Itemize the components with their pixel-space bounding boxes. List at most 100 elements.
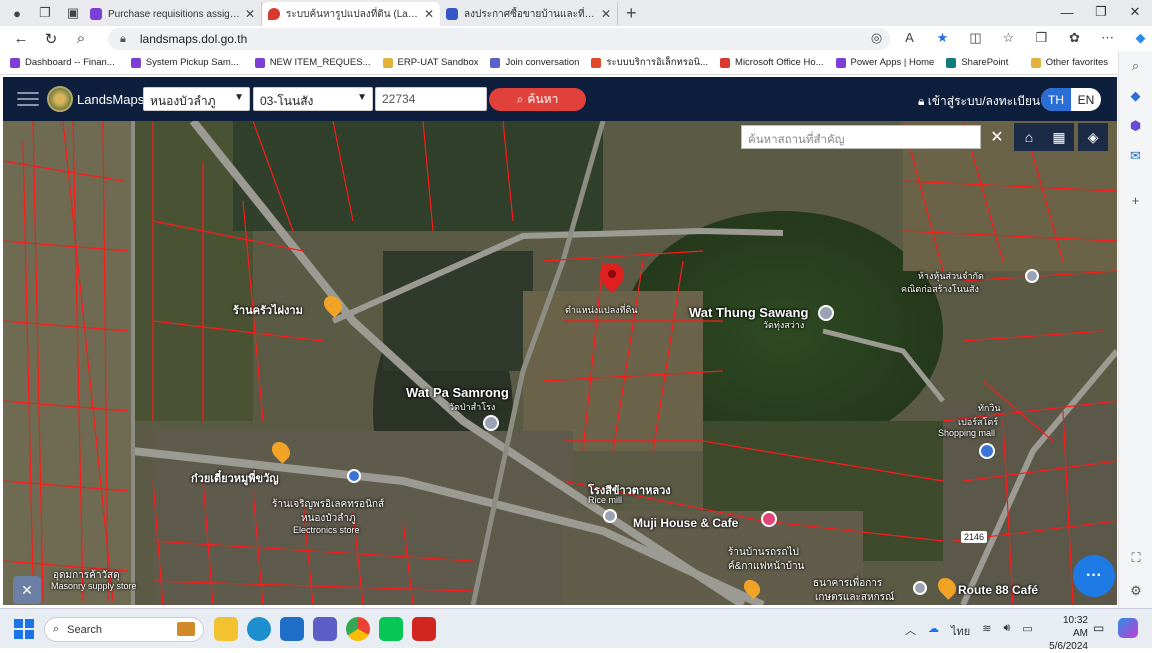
map-label-wat-pa-samrong[interactable]: Wat Pa Samrong (406, 385, 509, 400)
profile-icon[interactable]: ● (6, 2, 28, 24)
temple-icon[interactable] (483, 415, 499, 431)
notification-icon[interactable]: ▭ (1093, 621, 1104, 635)
onedrive-icon[interactable]: ☁ (928, 622, 939, 640)
browser-tab-bar: ● ❐ ▣ Purchase requisitions assigned to … (0, 0, 1152, 26)
tools-icon[interactable]: ✕ (13, 576, 41, 604)
place-search-input[interactable]: ค้นหาสถานที่สำคัญ (741, 125, 981, 149)
back-icon[interactable]: ← (6, 30, 36, 47)
bookmark-erp-uat[interactable]: ERP-UAT Sandbox (382, 57, 478, 68)
search-button[interactable]: ⌕ ค้นหา (489, 88, 586, 111)
parcel-location-pin[interactable] (600, 263, 624, 293)
other-favorites[interactable]: Other favorites (1030, 57, 1108, 68)
windows-start-icon[interactable] (14, 619, 34, 639)
teams-icon[interactable] (313, 617, 337, 641)
login-link[interactable]: 🔒︎ เข้าสู่ระบบ/ลงทะเบียน (918, 92, 1040, 111)
close-tab-icon[interactable]: ✕ (601, 7, 611, 21)
layers-icon[interactable]: ◈ (1078, 123, 1108, 151)
file-explorer-icon[interactable] (214, 617, 238, 641)
clock[interactable]: 10:32 AM 5/6/2024 (1046, 614, 1088, 653)
map-label-route-88-cafe[interactable]: Route 88 Café (958, 583, 1038, 597)
read-aloud-icon[interactable]: A (893, 30, 926, 46)
tracking-icon[interactable]: ◎ (860, 30, 893, 46)
sidebar-screenshot-icon[interactable]: ⛶ (1119, 543, 1152, 573)
tab-property-listing[interactable]: ลงประกาศซื้อขายบ้านและที่ดินฟรี! | ที่ ✕ (440, 2, 618, 26)
close-icon[interactable]: ✕ (983, 125, 1011, 149)
outlook-icon[interactable] (280, 617, 304, 641)
tab-landsmaps[interactable]: ระบบค้นหารูปแปลงที่ดิน (LandsMaps ✕ (262, 2, 440, 26)
taskbar-search[interactable]: ⌕ Search (44, 617, 204, 642)
shop-icon[interactable] (347, 469, 361, 483)
sidebar-add-icon[interactable]: + (1119, 185, 1152, 215)
lang-en-button[interactable]: EN (1071, 88, 1101, 111)
temple-icon[interactable] (818, 305, 834, 321)
extensions-icon[interactable]: ✿ (1058, 30, 1091, 46)
bookmark-e-service[interactable]: ระบบบริการอิเล็กทรอนิ... (591, 55, 708, 70)
cafe-icon[interactable] (761, 511, 777, 527)
map-label-electronics-th[interactable]: ร้านเจริญพรอิเลคทรอนิกส์ (272, 497, 384, 512)
business-icon[interactable] (1025, 269, 1039, 283)
map-label-partnership[interactable]: ห้างหุ้นส่วนจำกัด (918, 269, 984, 283)
line-icon[interactable] (379, 617, 403, 641)
bookmark-office-home[interactable]: Microsoft Office Ho... (720, 57, 824, 68)
map-label-noodle[interactable]: ก๋วยเตี๋ยวหมูพี่ขวัญ (191, 469, 279, 487)
bookmark-sharepoint[interactable]: SharePoint (946, 57, 1008, 68)
refresh-icon[interactable]: ↻ (36, 30, 66, 48)
more-options-button[interactable]: ··· (1073, 555, 1115, 597)
lock-icon: 🔒︎ (918, 94, 925, 108)
map-label-restaurant[interactable]: ร้านครัวไผ่งาม (233, 301, 303, 319)
menu-icon[interactable] (17, 92, 39, 106)
map-label-cafe-th[interactable]: ร้านบ้านรถรถไป (728, 545, 799, 560)
new-tab-icon[interactable]: + (626, 3, 637, 24)
chrome-icon[interactable] (346, 617, 370, 641)
minimize-icon[interactable]: — (1050, 0, 1084, 24)
close-tab-icon[interactable]: ✕ (424, 7, 434, 21)
wifi-icon[interactable]: ≋ (982, 622, 991, 640)
edge-icon[interactable] (247, 617, 271, 641)
acrobat-icon[interactable] (412, 617, 436, 641)
map-label-shopping-1[interactable]: ทักวิน (978, 401, 1001, 415)
factory-icon[interactable] (603, 509, 617, 523)
collections-icon[interactable]: ❒ (1025, 30, 1058, 46)
sidebar-shopping-icon[interactable]: ◆ (1119, 81, 1152, 111)
sidebar-office-icon[interactable]: ⬢ (1119, 111, 1152, 141)
home-icon[interactable]: ⌂ (1014, 123, 1044, 151)
favorites-icon[interactable]: ☆ (992, 30, 1025, 46)
sidebar-outlook-icon[interactable]: ✉ (1119, 141, 1152, 171)
close-window-icon[interactable]: ✕ (1118, 0, 1152, 24)
more-icon[interactable]: ⋯ (1091, 30, 1124, 46)
bookmark-new-item[interactable]: NEW ITEM_REQUES... (254, 57, 371, 68)
search-icon[interactable]: ⌕ (66, 30, 96, 47)
url-field[interactable]: 🔒︎ landsmaps.dol.go.th (108, 28, 890, 50)
copilot-icon[interactable]: ◆ (1124, 30, 1152, 46)
shopping-icon[interactable] (979, 443, 995, 459)
parcel-number-input[interactable]: 22734 (375, 87, 487, 111)
bookmark-dashboard[interactable]: Dashboard -- Finan... (10, 57, 115, 68)
close-tab-icon[interactable]: ✕ (245, 7, 255, 21)
bank-icon[interactable] (913, 581, 927, 595)
tab-purchase-requisitions[interactable]: Purchase requisitions assigned to ✕ (84, 2, 262, 26)
sidebar-search-icon[interactable]: ⌕ (1119, 51, 1152, 81)
bookmark-join-conversation[interactable]: Join conversation (490, 57, 579, 68)
battery-icon[interactable]: ▭ (1022, 622, 1032, 640)
map-view[interactable]: ตำแหน่งแปลงที่ดิน Wat Thung Sawang วัดทุ… (3, 121, 1117, 605)
sidebar-settings-icon[interactable]: ⚙ (1119, 576, 1152, 606)
workspaces-icon[interactable]: ❐ (34, 2, 56, 24)
restore-icon[interactable]: ❐ (1084, 0, 1118, 24)
favorite-star-icon[interactable]: ★ (926, 30, 959, 46)
map-label-muji-house[interactable]: Muji House & Cafe (633, 516, 738, 530)
parcel-number-value: 22734 (382, 92, 416, 106)
map-label-bank[interactable]: ธนาคารเพื่อการ (813, 576, 882, 591)
input-language[interactable]: ไทย (951, 622, 970, 640)
chevron-up-icon[interactable]: ︿ (905, 622, 916, 640)
tab-actions-icon[interactable]: ▣ (62, 2, 84, 24)
bookmark-power-apps[interactable]: Power Apps | Home (835, 57, 934, 68)
split-screen-icon[interactable]: ◫ (959, 30, 992, 46)
district-select[interactable]: 03-โนนสัง ▼ (253, 87, 373, 111)
volume-icon[interactable]: 🔊︎ (1003, 622, 1010, 640)
search-icon: ⌕ (53, 623, 60, 635)
grid-icon[interactable]: ▦ (1044, 123, 1074, 151)
copilot-icon[interactable] (1118, 618, 1138, 638)
lang-th-button[interactable]: TH (1041, 88, 1071, 111)
bookmark-system-pickup[interactable]: System Pickup Sam... (130, 57, 239, 68)
province-select[interactable]: หนองบัวลำภู ▼ (143, 87, 250, 111)
